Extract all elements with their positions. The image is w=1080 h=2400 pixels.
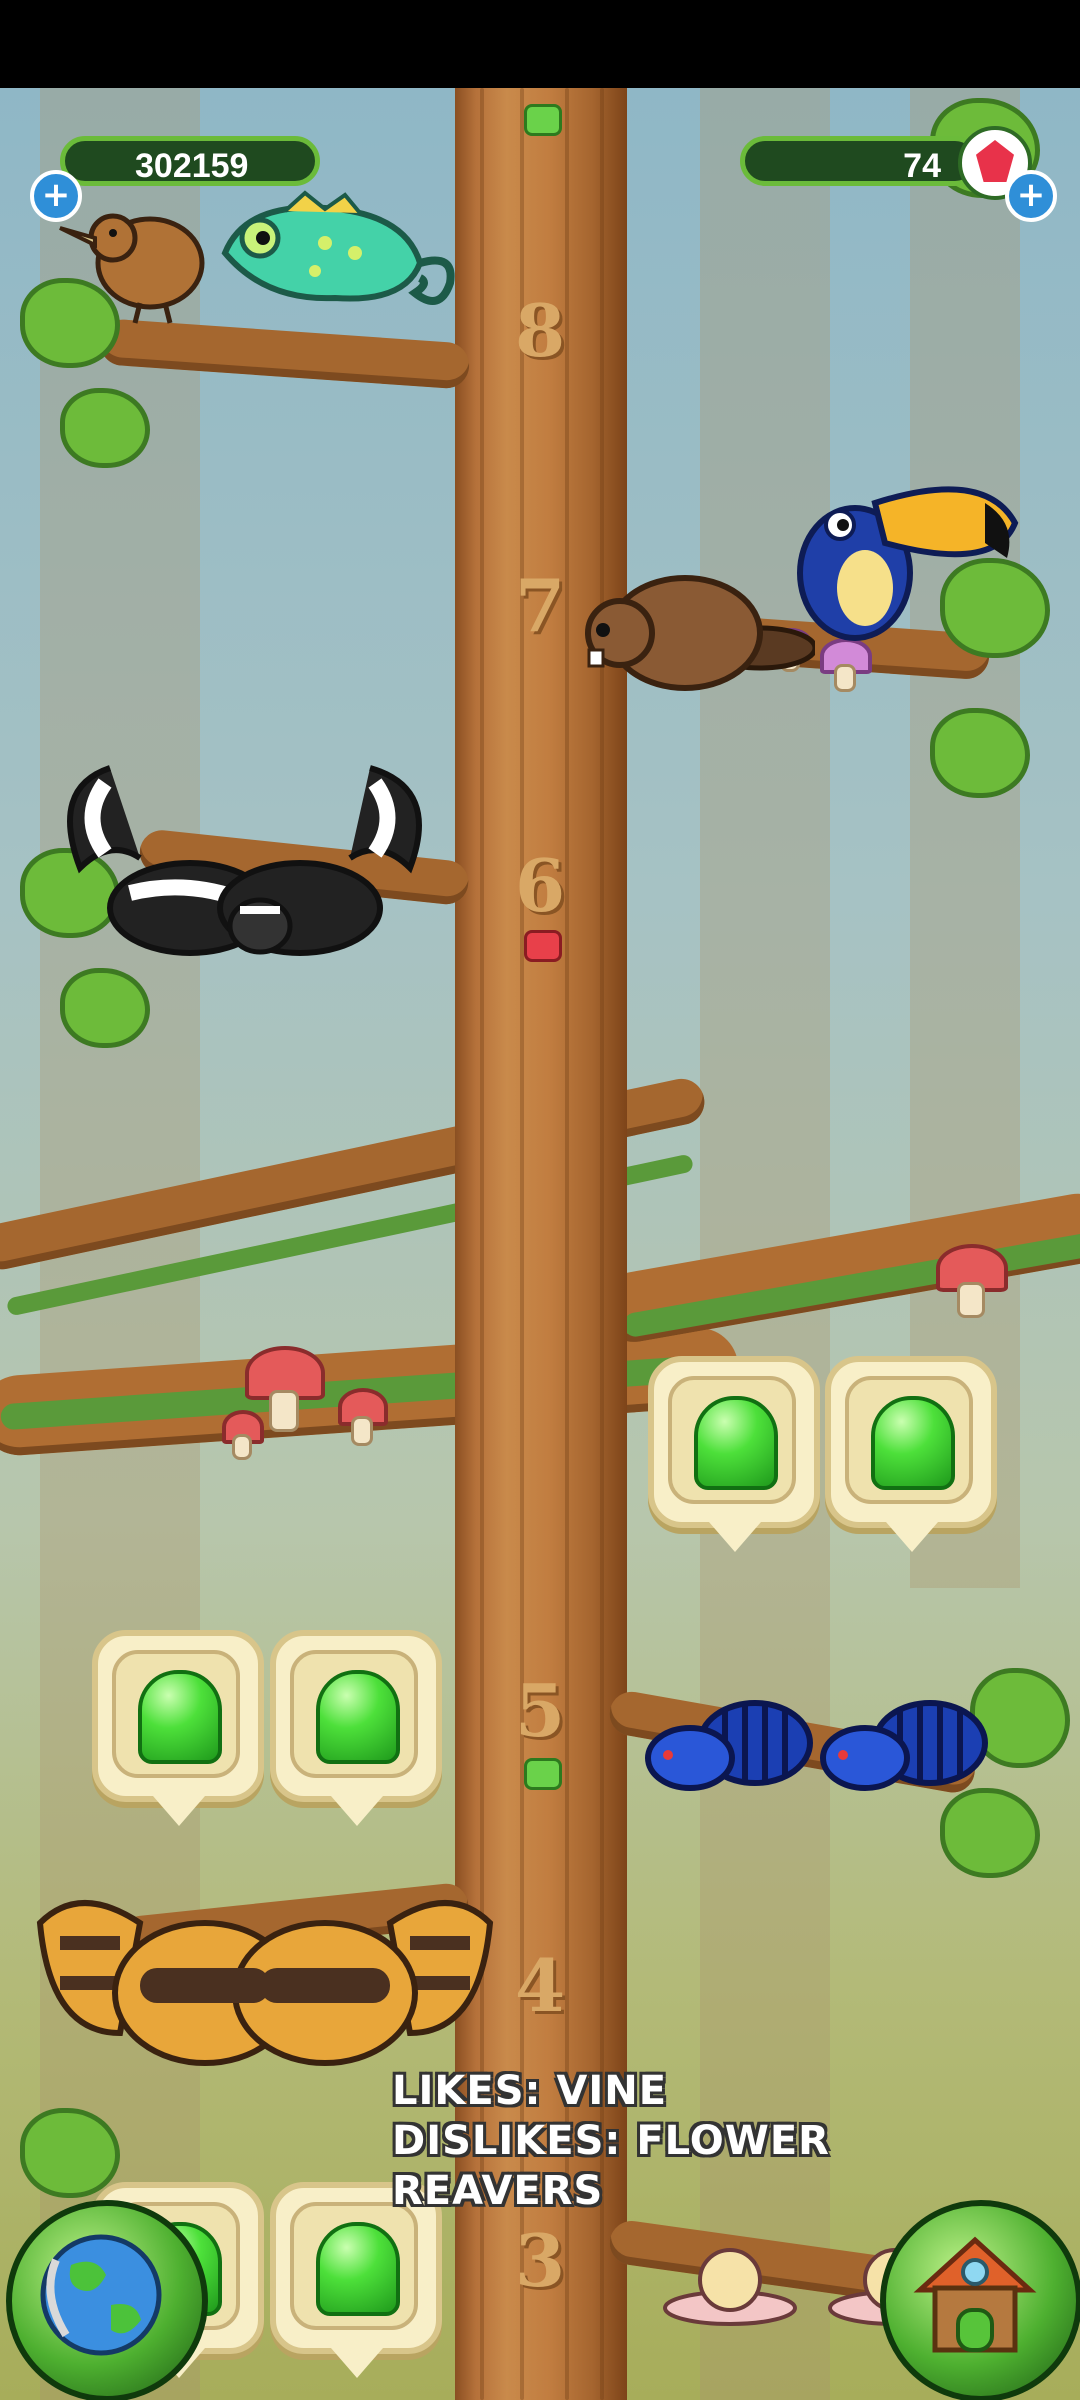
status-bar [0, 0, 1080, 88]
paw-marker-icon [524, 930, 562, 962]
forest-scene: 8 7 6 5 4 3 LIKES: VINE DISLIKES: FLOWER… [0, 88, 1080, 2400]
dislikes-text-cont: REAVERS [392, 2168, 604, 2214]
gel-counter: 302159 [60, 136, 320, 186]
gel-bubble-frame [845, 1376, 973, 1504]
raccoon-dog[interactable] [30, 1883, 500, 2073]
gel-bubble-frame [668, 1376, 796, 1504]
beaver[interactable] [575, 558, 815, 708]
mushroom [338, 1388, 388, 1448]
gel-bubble-frame [112, 1650, 240, 1778]
paw-marker-icon [524, 1758, 562, 1790]
collect-gel-bubble[interactable] [648, 1356, 820, 1552]
floor-number-7: 7 [514, 563, 566, 648]
add-gel-button[interactable]: + [30, 170, 82, 222]
paw-marker-icon [524, 104, 562, 136]
mushroom [222, 1410, 264, 1460]
treehouse-icon [913, 2236, 1037, 2353]
gel-bubble-frame [290, 2202, 418, 2330]
floor-number-6: 6 [514, 843, 566, 928]
green-gel-icon [871, 1396, 955, 1490]
world-map-button[interactable] [6, 2200, 208, 2400]
mushroom [936, 1244, 1008, 1324]
green-gel-icon [316, 1670, 400, 1764]
trunk-line [520, 88, 524, 2400]
globe-icon [40, 2234, 162, 2356]
green-gel-icon [138, 1670, 222, 1764]
likes-text: LIKES: VINE [392, 2068, 668, 2114]
leaf-cluster [60, 388, 150, 468]
animal-info-text: LIKES: VINE DISLIKES: FLOWER REAVERS [392, 2066, 830, 2216]
collect-gel-bubble[interactable] [825, 1356, 997, 1552]
add-gem-button[interactable]: + [1005, 170, 1057, 222]
snail[interactable] [660, 2238, 800, 2328]
skunk[interactable] [200, 728, 450, 978]
trunk-line [565, 88, 569, 2400]
treehouse-button[interactable] [880, 2200, 1080, 2400]
trunk-line [600, 88, 604, 2400]
gel-bubble-frame [290, 1650, 418, 1778]
gem-counter: 74 [740, 136, 980, 186]
dislikes-text: DISLIKES: FLOWER [392, 2118, 830, 2164]
green-gel-icon [316, 2222, 400, 2316]
leaf-cluster [60, 968, 150, 1048]
chameleon[interactable] [205, 183, 465, 333]
blue-beetle[interactable] [815, 1683, 995, 1803]
green-gel-icon [694, 1396, 778, 1490]
gem-count-value: 74 [903, 147, 941, 185]
leaf-cluster [20, 2108, 120, 2198]
collect-gel-bubble[interactable] [270, 1630, 442, 1826]
leaf-cluster [930, 708, 1030, 798]
toucan[interactable] [785, 463, 1025, 663]
floor-number-4: 4 [514, 1943, 566, 2028]
collect-gel-bubble[interactable] [92, 1630, 264, 1826]
gel-count-value: 302159 [135, 147, 249, 185]
blue-beetle[interactable] [640, 1683, 820, 1803]
floor-number-5: 5 [514, 1668, 566, 1753]
floor-number-8: 8 [514, 288, 566, 373]
floor-number-3: 3 [514, 2218, 566, 2303]
